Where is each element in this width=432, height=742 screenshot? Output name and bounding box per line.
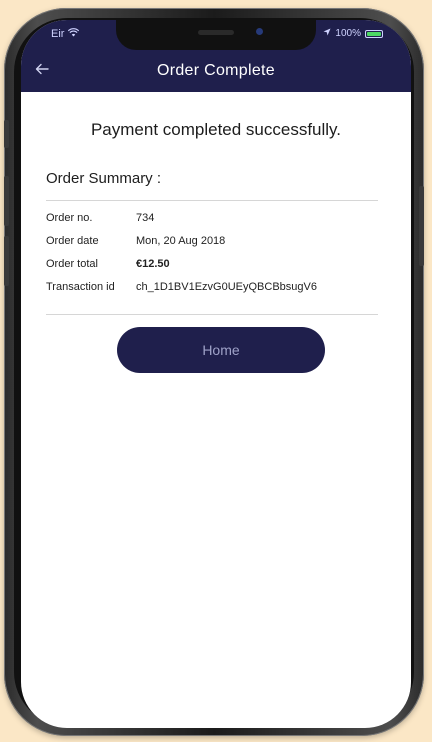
success-message: Payment completed successfully. <box>90 120 342 139</box>
order-complete-content: Payment completed successfully. Order Su… <box>21 92 411 728</box>
location-icon <box>323 28 331 39</box>
volume-up-button <box>4 176 9 226</box>
power-button <box>419 186 424 266</box>
order-summary-heading: Order Summary : <box>46 170 162 187</box>
wifi-icon <box>68 28 80 40</box>
mute-switch <box>4 120 9 148</box>
order-number-label: Order no. <box>46 212 93 224</box>
status-bar-left: Eir <box>51 28 80 40</box>
volume-down-button <box>4 236 9 286</box>
order-date-label: Order date <box>46 235 99 247</box>
detail-row-order-number: Order no. 734 <box>46 212 386 235</box>
transaction-id-label: Transaction id <box>46 281 115 293</box>
detail-row-order-total: Order total €12.50 <box>46 258 386 281</box>
order-number-value: 734 <box>136 212 155 224</box>
summary-divider-bottom <box>46 314 378 315</box>
page-title: Order Complete <box>156 62 276 79</box>
order-details-list: Order no. 734 Order date Mon, 20 Aug 201… <box>46 212 386 304</box>
navigation-bar: Eir 100% Order Complete <box>21 20 411 92</box>
summary-divider-top <box>46 200 378 201</box>
order-date-value: Mon, 20 Aug 2018 <box>136 235 226 247</box>
home-button[interactable]: Home <box>117 327 325 373</box>
speaker-grille <box>198 30 234 35</box>
status-bar-right: 100% <box>323 28 383 39</box>
front-camera <box>256 28 263 35</box>
camera-notch <box>116 20 316 50</box>
detail-row-transaction-id: Transaction id ch_1D1BV1EzvG0UEyQBCBbsug… <box>46 281 386 304</box>
page-background: Eir 100% Order Complete Payment complete… <box>0 0 432 742</box>
phone-screen: Eir 100% Order Complete Payment complete… <box>21 20 411 728</box>
detail-row-order-date: Order date Mon, 20 Aug 2018 <box>46 235 386 258</box>
battery-percentage: 100% <box>335 28 361 39</box>
battery-icon <box>365 29 383 38</box>
transaction-id-value: ch_1D1BV1EzvG0UEyQBCBbsugV6 <box>136 281 317 293</box>
carrier-name: Eir <box>51 28 65 40</box>
order-total-label: Order total <box>46 258 98 270</box>
order-total-value: €12.50 <box>136 258 170 270</box>
